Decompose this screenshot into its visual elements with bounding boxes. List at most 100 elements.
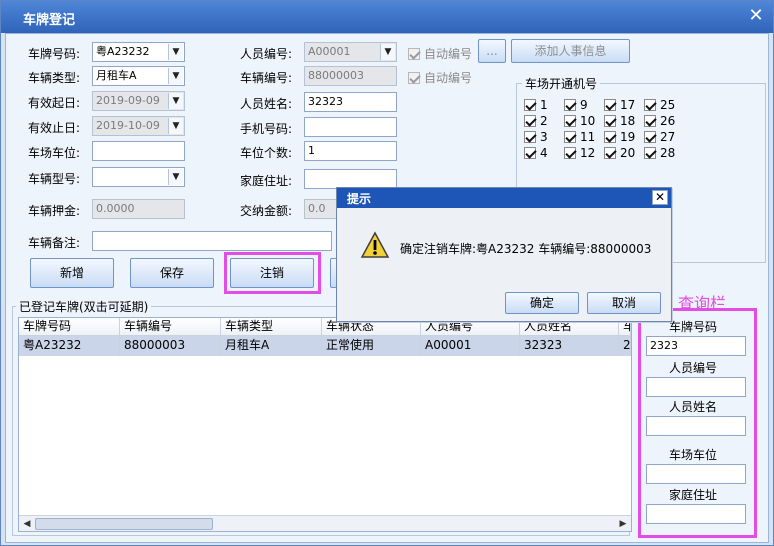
chevron-right-icon[interactable]: ▶ (616, 517, 630, 531)
chevron-left-icon[interactable]: ◀ (20, 517, 34, 531)
slot-count-label: 车位个数: (240, 146, 293, 160)
query-plate-field[interactable]: 2323 (646, 336, 746, 356)
highlight-box (224, 252, 321, 294)
parking-checkbox-9[interactable]: 9 (564, 98, 588, 112)
close-icon[interactable]: ✕ (747, 7, 765, 25)
checkbox-icon (408, 47, 420, 60)
slot-count-field[interactable]: 1 (304, 141, 397, 161)
query-person-name-field[interactable] (646, 416, 746, 436)
checkbox-icon[interactable] (564, 99, 576, 111)
close-icon[interactable]: ✕ (652, 190, 668, 205)
dialog-title: 提示 (347, 192, 372, 206)
parking-checkbox-4[interactable]: 4 (524, 146, 548, 160)
checkbox-icon[interactable] (524, 115, 536, 127)
confirm-dialog: 提示 ✕ 确定注销车牌:粤A23232 车辆编号:88000003 确定 取消 (336, 187, 672, 322)
parking-checkbox-17[interactable]: 17 (604, 98, 635, 112)
remark-field[interactable] (92, 231, 332, 251)
address-field[interactable] (304, 169, 397, 189)
warning-icon (360, 231, 390, 258)
parking-slot-label: 车场车位: (28, 146, 81, 160)
chevron-down-icon[interactable]: ▼ (168, 169, 183, 185)
save-button[interactable]: 保存 (130, 258, 214, 288)
checkbox-icon[interactable] (564, 115, 576, 127)
phone-field[interactable] (304, 117, 397, 137)
parking-checkbox-2[interactable]: 2 (524, 114, 548, 128)
parking-checkbox-26[interactable]: 26 (644, 114, 675, 128)
checkbox-icon[interactable] (564, 147, 576, 159)
column-header[interactable]: 车辆类型 (221, 318, 322, 336)
query-address-field[interactable] (646, 504, 746, 524)
parking-checkbox-12[interactable]: 12 (564, 146, 595, 160)
plate-select[interactable]: 粤A23232 ▼ (92, 42, 185, 62)
address-label: 家庭住址: (240, 174, 293, 188)
table-cell[interactable]: 粤A23232 (19, 336, 120, 356)
vehicle-model-select[interactable]: ▼ (92, 167, 185, 187)
checkbox-icon (408, 71, 420, 84)
checkbox-icon[interactable] (604, 115, 616, 127)
checkbox-icon[interactable] (604, 131, 616, 143)
column-header[interactable]: 车辆编号 (120, 318, 221, 336)
plate-label: 车牌号码: (28, 47, 81, 61)
checkbox-icon[interactable] (644, 147, 656, 159)
start-date-picker: 2019-09-09 ▼ (92, 91, 185, 111)
scroll-thumb[interactable] (35, 518, 213, 530)
phone-label: 手机号码: (240, 122, 293, 136)
checkbox-icon[interactable] (644, 115, 656, 127)
table-cell[interactable]: A00001 (421, 336, 520, 356)
table-cell[interactable]: 88000003 (120, 336, 221, 356)
query-person-no-field[interactable] (646, 377, 746, 397)
query-person-no-label: 人员编号 (669, 361, 718, 375)
parking-checkbox-19[interactable]: 19 (604, 130, 635, 144)
checkbox-icon[interactable] (644, 99, 656, 111)
cancel-button[interactable]: 取消 (587, 292, 661, 314)
person-name-field[interactable]: 32323 (304, 92, 397, 112)
checkbox-icon[interactable] (524, 99, 536, 111)
chevron-down-icon[interactable]: ▼ (168, 44, 183, 60)
window-title: 车牌登记 (23, 13, 76, 28)
deposit-field: 0.0000 (92, 199, 185, 219)
parking-slot-field[interactable] (92, 141, 185, 161)
add-button[interactable]: 新增 (30, 258, 114, 288)
query-slot-label: 车场车位 (669, 448, 718, 462)
chevron-down-icon: ▼ (168, 118, 183, 134)
parking-checkbox-27[interactable]: 27 (644, 130, 675, 144)
chevron-down-icon: ▼ (380, 44, 395, 60)
table-cell[interactable]: 正常使用 (322, 336, 421, 356)
ellipsis-button[interactable]: ... (478, 39, 506, 63)
table-cell[interactable]: 32323 (520, 336, 619, 356)
table-cell[interactable]: 月租车A (221, 336, 322, 356)
dialog-message: 确定注销车牌:粤A23232 车辆编号:88000003 (400, 242, 652, 256)
chevron-down-icon[interactable]: ▼ (168, 68, 183, 84)
checkbox-icon[interactable] (604, 147, 616, 159)
parking-checkbox-25[interactable]: 25 (644, 98, 675, 112)
parking-checkbox-10[interactable]: 10 (564, 114, 595, 128)
dialog-body: 车牌号码: 粤A23232 ▼ 车辆类型: 月租车A ▼ 有效起日: 2019-09… (5, 33, 769, 543)
remark-label: 车辆备注: (28, 236, 81, 250)
column-header[interactable]: 车牌号码 (19, 318, 120, 336)
vehicle-model-label: 车辆型号: (28, 172, 81, 186)
horizontal-scrollbar[interactable]: ◀ ▶ (19, 515, 631, 531)
parking-checkbox-20[interactable]: 20 (604, 146, 635, 160)
title-bar: 车牌登记 ✕ (1, 1, 773, 33)
query-slot-field[interactable] (646, 464, 746, 484)
vehicle-registration-window: 车牌登记 ✕ 车牌号码: 粤A23232 ▼ 车辆类型: 月租车A ▼ 有效起日: … (0, 0, 774, 546)
parking-checkbox-3[interactable]: 3 (524, 130, 548, 144)
query-plate-label: 车牌号码 (669, 320, 718, 334)
registered-title: 已登记车牌(双击可延期) (16, 298, 152, 315)
parking-checkbox-18[interactable]: 18 (604, 114, 635, 128)
dialog-title-bar: 提示 ✕ (337, 188, 671, 208)
parking-checkbox-11[interactable]: 11 (564, 130, 595, 144)
parking-checkbox-28[interactable]: 28 (644, 146, 675, 160)
paid-amount-label: 交纳金额: (240, 204, 293, 218)
checkbox-icon[interactable] (604, 99, 616, 111)
parking-checkbox-1[interactable]: 1 (524, 98, 548, 112)
checkbox-icon[interactable] (524, 147, 536, 159)
checkbox-icon[interactable] (644, 131, 656, 143)
checkbox-icon[interactable] (564, 131, 576, 143)
vehicle-number-field: 88000003 (304, 66, 397, 86)
checkbox-icon[interactable] (524, 131, 536, 143)
registered-table[interactable]: 车牌号码 车辆编号 车辆类型 车辆状态 人员编号 人员姓名 车 粤A23232 … (18, 317, 632, 532)
add-person-button[interactable]: 添加人事信息 (511, 39, 630, 63)
vehicle-type-select[interactable]: 月租车A ▼ (92, 66, 185, 86)
ok-button[interactable]: 确定 (505, 292, 579, 314)
